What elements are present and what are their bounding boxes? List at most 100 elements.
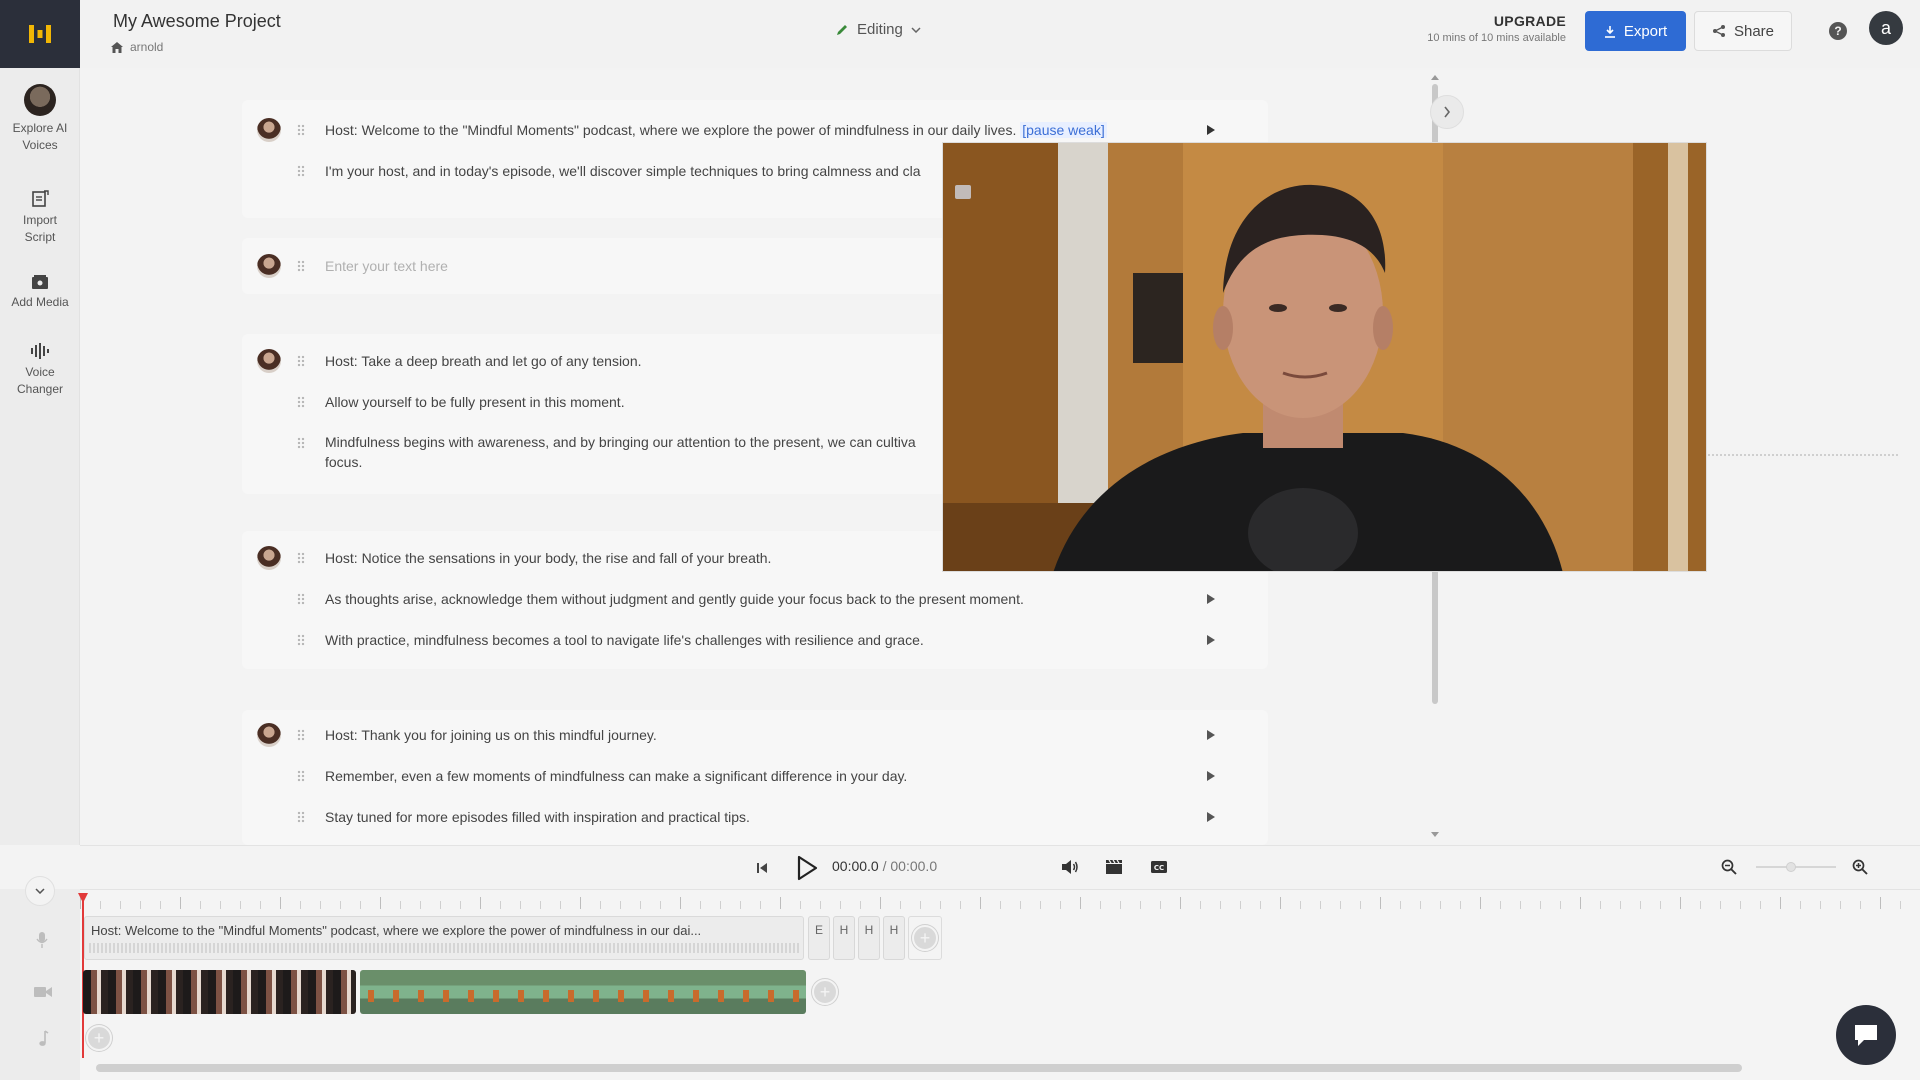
play-line-icon[interactable] <box>1207 771 1215 781</box>
app-logo[interactable] <box>0 0 80 68</box>
mode-dropdown[interactable]: Editing <box>835 21 921 38</box>
script-line[interactable]: With practice, mindfulness becomes a too… <box>325 630 924 650</box>
add-video-button[interactable]: + <box>812 979 838 1005</box>
script-line[interactable]: I'm your host, and in today's episode, w… <box>325 161 921 181</box>
mini-clip[interactable]: H <box>858 916 880 960</box>
share-button[interactable]: Share <box>1694 11 1792 51</box>
sidebar-item-import-script[interactable]: Import Script <box>0 190 80 246</box>
drag-handle-icon[interactable] <box>297 396 305 408</box>
mini-clip[interactable]: E <box>808 916 830 960</box>
music-note-icon <box>39 1030 49 1046</box>
play-line-icon[interactable] <box>1207 812 1215 822</box>
zoom-out-icon[interactable] <box>1721 859 1737 875</box>
script-line[interactable]: Host: Welcome to the "Mindful Moments" p… <box>325 120 1107 140</box>
sidebar-item-add-media[interactable]: Add Media <box>0 274 80 311</box>
time-separator: / <box>878 858 891 874</box>
video-clip[interactable] <box>360 970 806 1014</box>
play-line-icon[interactable] <box>1207 594 1215 604</box>
export-button[interactable]: Export <box>1585 11 1686 51</box>
mini-clip[interactable]: H <box>833 916 855 960</box>
script-line[interactable]: Host: Take a deep breath and let go of a… <box>325 351 642 371</box>
script-line-wrap[interactable]: focus. <box>325 452 362 472</box>
drag-handle-icon[interactable] <box>297 552 305 564</box>
speaker-avatar[interactable] <box>257 546 281 570</box>
drag-handle-icon[interactable] <box>297 437 305 449</box>
drag-handle-icon[interactable] <box>297 165 305 177</box>
ruler-tick <box>640 901 641 909</box>
drag-handle-icon[interactable] <box>297 355 305 367</box>
speaker-avatar[interactable] <box>257 254 281 278</box>
ruler-tick <box>500 901 501 909</box>
ruler-tick <box>280 897 281 909</box>
add-music-button[interactable]: + <box>86 1025 112 1051</box>
ruler-tick <box>180 897 181 909</box>
play-line-icon[interactable] <box>1207 730 1215 740</box>
ruler-tick <box>920 901 921 909</box>
script-line[interactable]: Host: Notice the sensations in your body… <box>325 548 771 568</box>
breadcrumb-label: arnold <box>130 40 164 54</box>
ruler-tick <box>400 901 401 909</box>
audio-clip[interactable]: Host: Welcome to the "Mindful Moments" p… <box>84 916 804 960</box>
ruler-tick <box>80 897 81 909</box>
ruler-tick <box>1600 901 1601 909</box>
volume-icon[interactable] <box>1061 859 1079 875</box>
pause-tag[interactable]: [pause weak] <box>1020 122 1107 138</box>
script-line[interactable]: Allow yourself to be fully present in th… <box>325 392 625 412</box>
script-line[interactable]: As thoughts arise, acknowledge them with… <box>325 589 1024 609</box>
add-audio-slot[interactable]: + <box>908 916 942 960</box>
play-icon[interactable] <box>796 855 818 881</box>
scroll-up-icon[interactable] <box>1431 74 1439 80</box>
svg-text:CC: CC <box>1154 864 1164 872</box>
sidebar-item-voice-changer[interactable]: Voice Changer <box>0 342 80 398</box>
expand-panel-button[interactable] <box>1430 95 1464 129</box>
zoom-slider[interactable] <box>1756 866 1836 868</box>
ruler-tick <box>1320 901 1321 909</box>
scroll-down-icon[interactable] <box>1431 832 1439 838</box>
sidebar-item-explore-voices[interactable]: Explore AI Voices <box>0 84 80 154</box>
drag-handle-icon[interactable] <box>297 124 305 136</box>
script-line[interactable]: Remember, even a few moments of mindfuln… <box>325 766 907 786</box>
ruler-tick <box>1180 897 1181 909</box>
captions-icon[interactable]: CC <box>1150 860 1168 874</box>
project-title[interactable]: My Awesome Project <box>113 11 281 32</box>
ruler-tick <box>1260 901 1261 909</box>
script-line[interactable]: Stay tuned for more episodes filled with… <box>325 807 750 827</box>
clapperboard-icon[interactable] <box>1105 859 1123 875</box>
speaker-avatar[interactable] <box>257 118 281 142</box>
drag-handle-icon[interactable] <box>297 260 305 272</box>
drag-handle-icon[interactable] <box>297 729 305 741</box>
zoom-in-icon[interactable] <box>1852 859 1868 875</box>
script-line[interactable]: Host: Thank you for joining us on this m… <box>325 725 657 745</box>
speaker-avatar[interactable] <box>257 723 281 747</box>
user-avatar[interactable]: a <box>1869 11 1903 45</box>
video-clip[interactable] <box>83 970 356 1014</box>
collapse-timeline-button[interactable] <box>25 876 55 906</box>
mini-clip[interactable]: H <box>883 916 905 960</box>
webcam-video[interactable] <box>942 142 1707 572</box>
skip-back-icon[interactable] <box>755 861 769 875</box>
download-icon <box>1604 25 1615 38</box>
ruler-tick <box>1640 901 1641 909</box>
ruler-tick <box>1780 897 1781 909</box>
zoom-slider-handle[interactable] <box>1786 862 1796 872</box>
ruler-tick <box>1000 901 1001 909</box>
play-line-icon[interactable] <box>1207 125 1215 135</box>
breadcrumb[interactable]: arnold <box>110 40 163 54</box>
drag-handle-icon[interactable] <box>297 770 305 782</box>
chat-support-button[interactable] <box>1836 1005 1896 1065</box>
upgrade-link[interactable]: UPGRADE <box>1410 13 1566 29</box>
ruler-tick <box>880 897 881 909</box>
ruler-tick <box>720 901 721 909</box>
script-line[interactable]: Mindfulness begins with awareness, and b… <box>325 432 916 452</box>
upgrade-panel[interactable]: UPGRADE 10 mins of 10 mins available <box>1410 13 1566 44</box>
drag-handle-icon[interactable] <box>297 811 305 823</box>
speaker-avatar[interactable] <box>257 349 281 373</box>
ruler-tick <box>1140 901 1141 909</box>
play-line-icon[interactable] <box>1207 635 1215 645</box>
ruler-tick <box>1760 901 1761 909</box>
drag-handle-icon[interactable] <box>297 634 305 646</box>
help-icon[interactable]: ? <box>1829 22 1847 40</box>
drag-handle-icon[interactable] <box>297 593 305 605</box>
timeline-scrollbar-thumb[interactable] <box>96 1064 1742 1072</box>
script-input-placeholder[interactable]: Enter your text here <box>325 256 448 276</box>
